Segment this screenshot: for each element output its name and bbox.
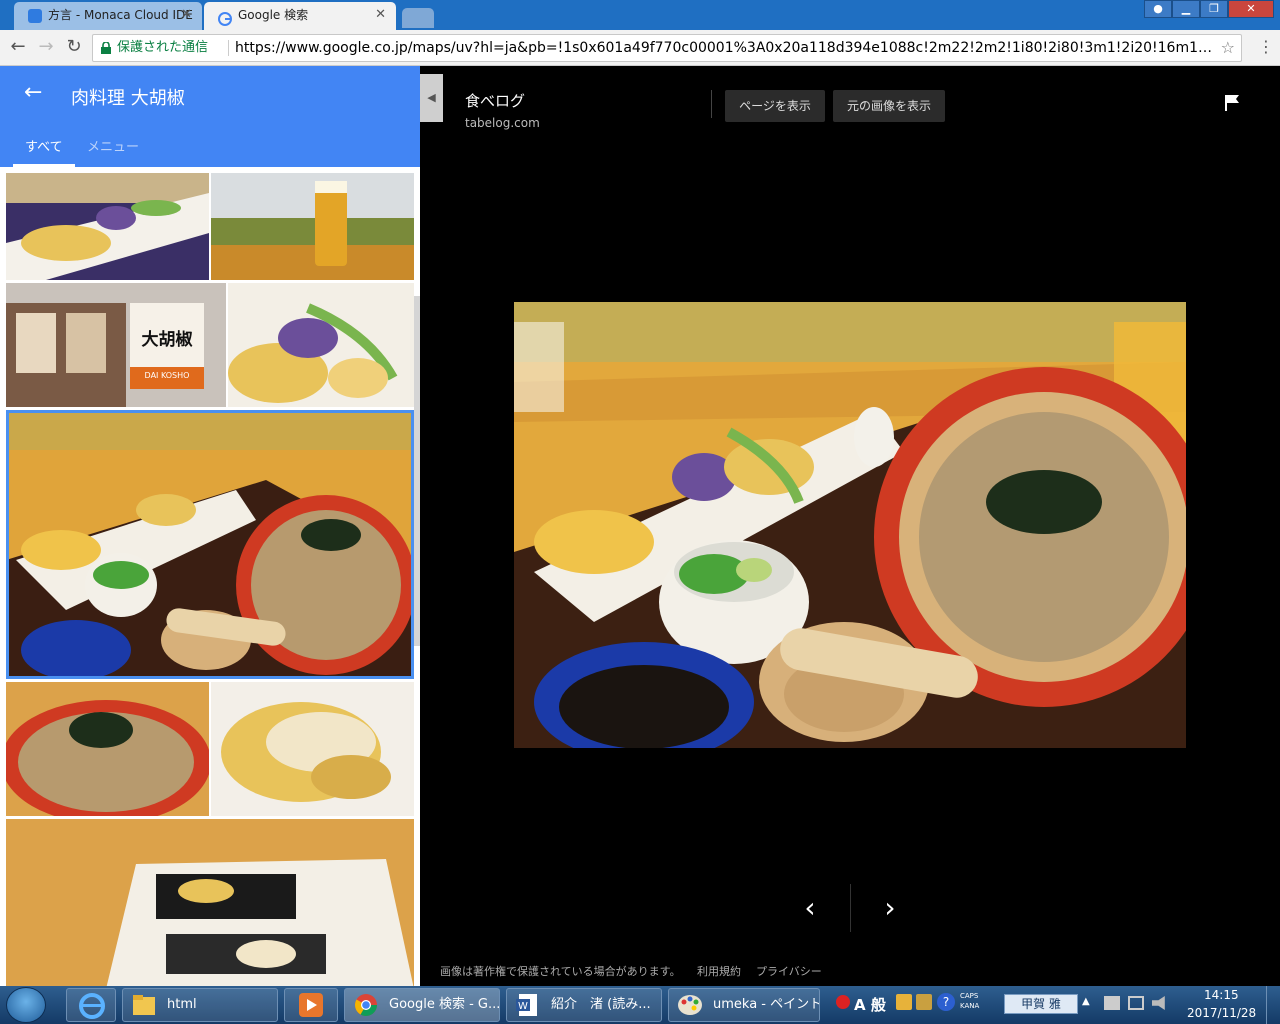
notification-icon[interactable] — [836, 995, 850, 1009]
caps-kana-indicator: CAPS KANA — [960, 991, 979, 1011]
taskbar-item-paint[interactable]: umeka - ペイント — [668, 988, 820, 1022]
screen: 方言 - Monaca Cloud IDE ✕ Google 検索 ✕ ● ▁ … — [0, 0, 1280, 1024]
url-text[interactable]: https://www.google.co.jp/maps/uv?hl=ja&p… — [235, 35, 1215, 61]
taskbar-item-chrome[interactable]: Google 検索 - G... — [344, 988, 500, 1022]
photo-thumbnail-soba-set-selected[interactable] — [6, 410, 414, 679]
chrome-menu-icon[interactable]: ⋮ — [1258, 38, 1274, 58]
windows-taskbar: html Google 検索 - G... W 紹介 渚 (読み... umek… — [0, 986, 1280, 1024]
ie-taskbar-icon[interactable] — [66, 988, 116, 1022]
photo-thumbnail-menu[interactable] — [6, 819, 414, 986]
photo-thumbnail-tempura-bite[interactable] — [211, 682, 414, 816]
kana-label: KANA — [960, 1002, 980, 1010]
ime-user-box[interactable]: 甲賀 雅 — [1004, 994, 1078, 1014]
terms-link[interactable]: 利用規約 — [697, 963, 741, 979]
header-divider — [711, 90, 712, 118]
tab-monaca[interactable]: 方言 - Monaca Cloud IDE ✕ — [14, 2, 202, 30]
source-name[interactable]: 食べログ — [465, 90, 525, 111]
close-window-button[interactable]: ✕ — [1228, 0, 1274, 18]
place-header: ← 肉料理 大胡椒 すべて メニュー — [0, 66, 420, 167]
copyright-notice: 画像は著作権で保護されている場合があります。 — [440, 965, 681, 978]
photo-thumbnail-beer[interactable] — [211, 173, 414, 280]
back-button[interactable]: ← — [6, 36, 30, 60]
ime-tool-icon[interactable] — [896, 994, 912, 1010]
photo-viewer: ◀ 食べログ tabelog.com ページを表示 元の画像を表示 ‹ › 画像… — [420, 66, 1280, 986]
storefront-sign-subtext: DAI KOSHO — [144, 371, 190, 380]
photo-thumbnail-tempura-closeup[interactable] — [228, 283, 414, 407]
photo-thumbnail-tempura[interactable] — [6, 173, 209, 280]
folder-icon — [133, 995, 155, 1015]
dictionary-icon[interactable] — [916, 994, 932, 1010]
report-flag-icon[interactable] — [1223, 94, 1241, 112]
window-controls: ● ▁ ❐ ✕ — [1144, 0, 1274, 20]
taskbar-item-label: Google 検索 - G... — [389, 997, 500, 1012]
forward-button[interactable]: → — [34, 36, 58, 60]
chrome-icon — [355, 994, 377, 1016]
minimize-button[interactable]: ▁ — [1172, 0, 1200, 18]
privacy-link[interactable]: プライバシー — [756, 963, 822, 979]
view-original-image-button[interactable]: 元の画像を表示 — [833, 90, 945, 122]
show-desktop-button[interactable] — [1266, 986, 1280, 1024]
close-icon[interactable]: ✕ — [181, 2, 192, 28]
photo-list-panel: ← 肉料理 大胡椒 すべて メニュー 大胡椒 DAI KOSHO — [0, 66, 420, 986]
tray-expand-icon[interactable]: ▲ — [1082, 996, 1090, 1007]
help-icon[interactable]: ? — [937, 993, 955, 1011]
action-center-icon[interactable] — [1104, 996, 1120, 1010]
network-icon[interactable] — [1128, 996, 1144, 1010]
bookmark-star-icon[interactable]: ☆ — [1221, 35, 1235, 61]
reload-button[interactable]: ↻ — [62, 36, 86, 60]
tab-menu[interactable]: メニュー — [87, 136, 139, 167]
browser-toolbar: ← → ↻ 保護された通信 https://www.google.co.jp/m… — [0, 30, 1280, 66]
storefront-sign-text: 大胡椒 — [141, 330, 193, 350]
taskbar-item-label: html — [167, 997, 197, 1012]
restore-button[interactable]: ❐ — [1200, 0, 1228, 18]
paint-palette-icon — [678, 995, 702, 1015]
view-page-button[interactable]: ページを表示 — [725, 90, 825, 122]
clock-date[interactable]: 2017/11/28 — [1187, 1006, 1256, 1020]
volume-icon[interactable] — [1152, 996, 1165, 1010]
collapse-panel-button[interactable]: ◀ — [420, 74, 443, 122]
lock-icon — [101, 42, 111, 54]
previous-photo-button[interactable]: ‹ — [790, 884, 830, 932]
source-domain: tabelog.com — [465, 116, 540, 130]
taskbar-item-explorer[interactable]: html — [122, 988, 278, 1022]
secure-connection-label: 保護された通信 — [117, 40, 209, 55]
tab-title: Google 検索 — [238, 8, 309, 22]
start-button[interactable] — [6, 987, 46, 1023]
taskbar-item-label: 紹介 渚 (読み... — [551, 997, 651, 1012]
tab-title: 方言 - Monaca Cloud IDE — [48, 8, 193, 22]
photo-thumbnail-storefront[interactable]: 大胡椒 DAI KOSHO — [6, 283, 226, 407]
new-tab-button[interactable] — [402, 8, 434, 28]
taskbar-item-word[interactable]: W 紹介 渚 (読み... — [506, 988, 662, 1022]
caps-label: CAPS — [960, 992, 979, 1000]
word-document-icon: W — [516, 994, 537, 1016]
nav-divider — [850, 884, 851, 932]
ime-mode-indicator[interactable]: A 般 — [854, 994, 886, 1015]
close-icon[interactable]: ✕ — [375, 2, 386, 28]
browser-titlebar: 方言 - Monaca Cloud IDE ✕ Google 検索 ✕ ● ▁ … — [0, 0, 1280, 30]
main-photo — [514, 302, 1186, 748]
user-icon[interactable]: ● — [1144, 0, 1172, 18]
clock-time[interactable]: 14:15 — [1204, 988, 1239, 1002]
back-arrow-icon[interactable]: ← — [24, 82, 48, 106]
monaca-favicon-icon — [28, 9, 42, 23]
svg-text:W: W — [518, 1001, 528, 1012]
taskbar-item-label: umeka - ペイント — [713, 997, 820, 1012]
media-player-taskbar-icon[interactable] — [284, 988, 338, 1022]
tab-all[interactable]: すべて — [13, 136, 75, 167]
photo-thumbnail-soba-closeup[interactable] — [6, 682, 209, 816]
next-photo-button[interactable]: › — [870, 884, 910, 932]
tab-google-search[interactable]: Google 検索 ✕ — [204, 2, 396, 30]
google-favicon-icon — [218, 9, 232, 26]
address-bar[interactable]: 保護された通信 https://www.google.co.jp/maps/uv… — [92, 34, 1242, 62]
place-title: 肉料理 大胡椒 — [71, 88, 185, 109]
omnibox-divider — [228, 40, 229, 56]
